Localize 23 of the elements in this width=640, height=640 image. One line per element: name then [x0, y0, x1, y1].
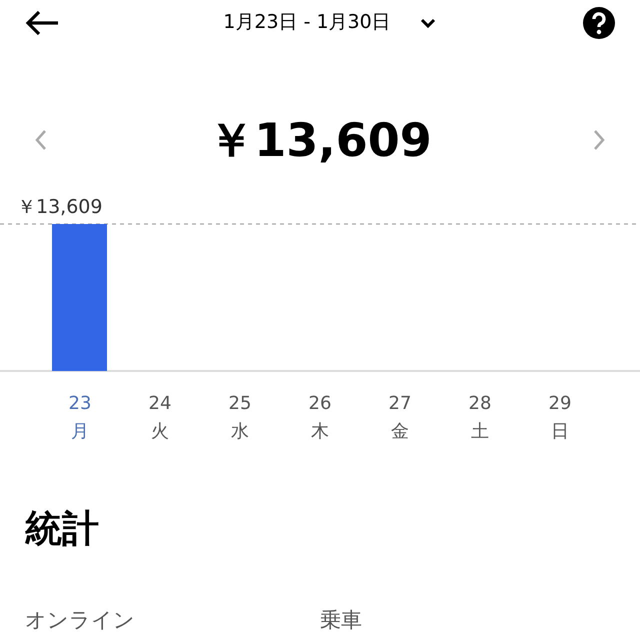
weekday-label[interactable]: 金 — [391, 419, 409, 445]
back-icon[interactable] — [24, 10, 60, 36]
help-icon[interactable] — [582, 6, 616, 40]
date-label[interactable]: 28 — [468, 391, 492, 417]
weekday-label[interactable]: 土 — [471, 419, 489, 445]
date-label[interactable]: 24 — [148, 391, 172, 417]
date-label[interactable]: 27 — [388, 391, 412, 417]
stat-label: 乗車 — [320, 606, 363, 634]
weekday-label[interactable]: 日 — [551, 419, 569, 445]
weekday-label[interactable]: 火 — [151, 419, 169, 445]
section-title: 統計 — [24, 506, 100, 552]
weekday-label[interactable]: 水 — [231, 419, 249, 445]
chevron-down-icon[interactable] — [418, 16, 437, 28]
value-label: ￥13,609 — [17, 195, 102, 220]
weekday-label[interactable]: 月 — [71, 419, 89, 445]
date-range[interactable]: 1月23日 - 1月30日 — [223, 8, 391, 37]
date-label[interactable]: 29 — [548, 391, 572, 417]
date-label[interactable]: 25 — [228, 391, 252, 417]
weekday-label[interactable]: 木 — [311, 419, 329, 445]
stat-label: オンライン — [25, 606, 136, 634]
total-amount: ￥13,609 — [208, 112, 432, 168]
date-label[interactable]: 26 — [308, 391, 332, 417]
date-label[interactable]: 23 — [68, 391, 92, 417]
